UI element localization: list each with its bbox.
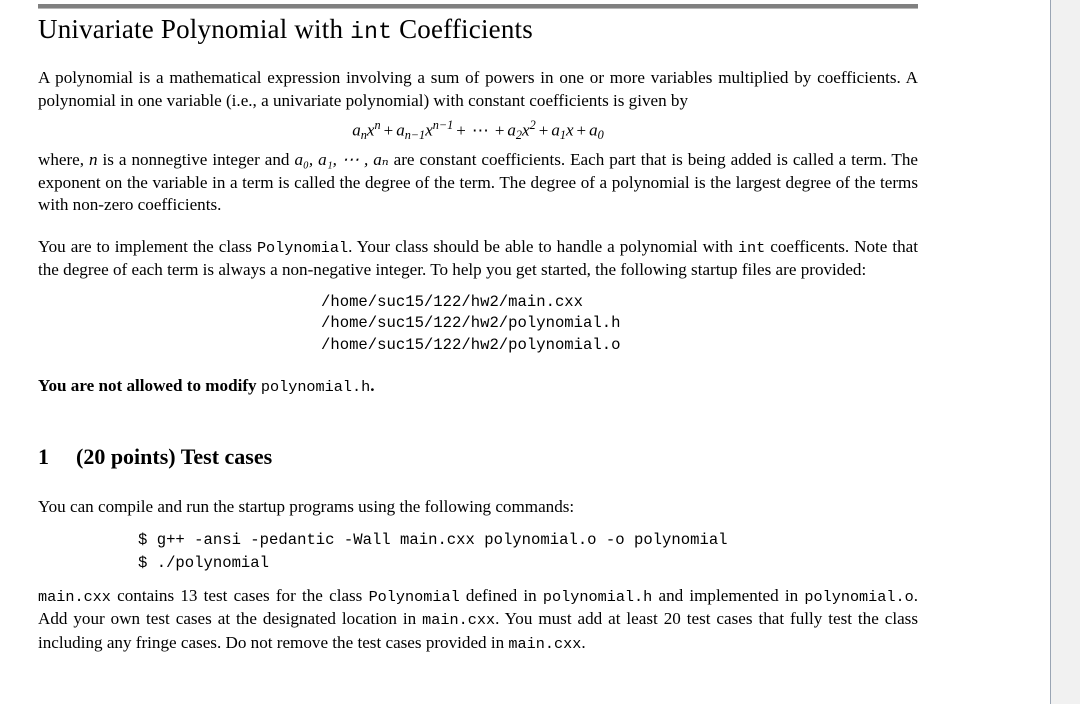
paragraph-test-l: . <box>581 632 586 652</box>
int-type-code: int <box>737 238 766 257</box>
section-title: (20 points) Test cases <box>76 443 273 469</box>
paragraph-definitions-a: where, <box>38 150 89 170</box>
file-path: /home/suc15/122/hw2/polynomial.h <box>321 314 621 333</box>
file-path: /home/suc15/122/hw2/main.cxx <box>321 292 584 311</box>
restriction-note: You are not allowed to modify polynomial… <box>38 375 918 399</box>
document-viewer: Univariate Polynomial with int Coefficie… <box>0 0 1080 704</box>
class-name-code: Polynomial <box>256 238 349 257</box>
restriction-note-end: . <box>370 376 375 396</box>
paragraph-assignment: You are to implement the class Polynomia… <box>38 236 918 282</box>
header-file-code: polynomial.h <box>542 587 653 606</box>
command-line: $ ./polynomial <box>138 553 270 572</box>
paragraph-test-requirements: main.cxx contains 13 test cases for the … <box>38 585 918 656</box>
document-content: Univariate Polynomial with int Coefficie… <box>38 14 918 655</box>
main-file-code: main.cxx <box>422 611 496 630</box>
coefficient-list: a₀, a₁, ⋯ , aₙ <box>294 150 389 170</box>
paragraph-assignment-a: You are to implement the class <box>38 236 257 256</box>
command-block: $ g++ -ansi -pedantic -Wall main.cxx pol… <box>38 529 918 575</box>
section-heading-test-cases: 1 (20 points) Test cases <box>38 444 918 470</box>
variable-n: n <box>89 150 98 170</box>
main-file-code: main.cxx <box>38 587 111 606</box>
paragraph-test-f: and implemented in <box>652 585 805 605</box>
paragraph-definitions-b: is a nonnegtive integer and <box>97 150 295 170</box>
polynomial-formula: anxn + an−1xn−1 + ⋯ + a2x2 + a1x + a0 <box>352 118 604 143</box>
paragraph-definitions: where, n is a nonnegtive integer and a₀,… <box>38 149 918 217</box>
paragraph-intro: A polynomial is a mathematical expressio… <box>38 68 918 110</box>
paragraph-test-b: contains 13 test cases for the class <box>110 585 369 605</box>
command-line: $ g++ -ansi -pedantic -Wall main.cxx pol… <box>138 530 728 549</box>
restriction-note-code: polynomial.h <box>260 378 371 397</box>
restriction-note-text: You are not allowed to modify <box>38 376 261 396</box>
section-number: 1 <box>38 443 49 469</box>
page-title-prefix: Univariate Polynomial with <box>38 14 351 44</box>
paragraph-assignment-b: . Your class should be able to handle a … <box>348 236 738 256</box>
document-page: Univariate Polynomial with int Coefficie… <box>0 0 1050 704</box>
main-file-code: main.cxx <box>508 634 582 653</box>
page-title-code: int <box>350 19 393 45</box>
paragraph-compile-intro: You can compile and run the startup prog… <box>38 497 575 517</box>
vertical-scrollbar[interactable] <box>1051 0 1080 704</box>
object-file-code: polynomial.o <box>804 587 914 606</box>
class-name-code: Polynomial <box>368 587 460 606</box>
file-path: /home/suc15/122/hw2/polynomial.o <box>321 335 621 354</box>
page-title: Univariate Polynomial with int Coefficie… <box>38 14 918 45</box>
page-title-suffix: Coefficients <box>392 14 533 44</box>
startup-file-list: /home/suc15/122/hw2/main.cxx /home/suc15… <box>38 292 918 357</box>
paragraph-test-d: defined in <box>459 585 543 605</box>
page-top-rule <box>38 4 918 9</box>
